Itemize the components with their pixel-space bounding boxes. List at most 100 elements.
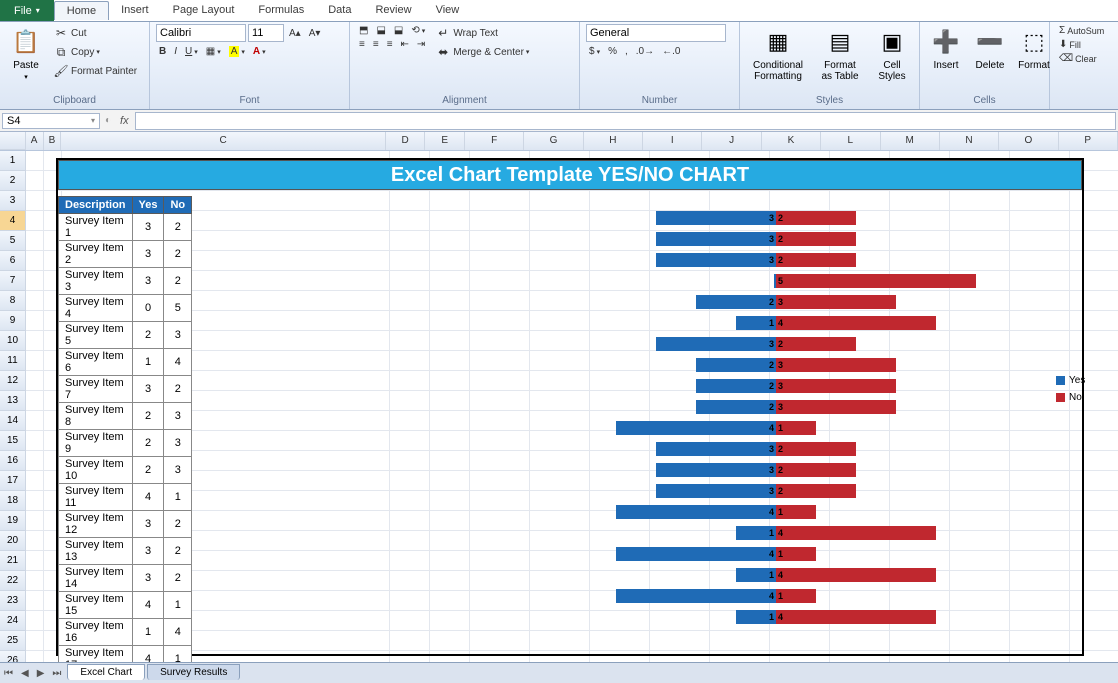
row-header-19[interactable]: 19 — [0, 511, 26, 531]
border-button[interactable]: ▦▾ — [203, 45, 224, 58]
cell-desc[interactable]: Survey Item 5 — [59, 322, 133, 349]
namebox-dropdown[interactable]: ◐ — [102, 114, 114, 127]
select-all-corner[interactable] — [0, 132, 26, 150]
row-header-9[interactable]: 9 — [0, 311, 26, 331]
cell-no[interactable]: 2 — [164, 268, 192, 295]
cell-desc[interactable]: Survey Item 16 — [59, 619, 133, 646]
row-header-8[interactable]: 8 — [0, 291, 26, 311]
fx-icon[interactable]: fx — [114, 115, 135, 127]
clear-button[interactable]: ⌫ Clear — [1056, 52, 1100, 65]
format-painter-button[interactable]: 🖌Format Painter — [50, 62, 140, 80]
cell-no[interactable]: 3 — [164, 430, 192, 457]
tab-insert[interactable]: Insert — [109, 1, 161, 20]
row-header-13[interactable]: 13 — [0, 391, 26, 411]
tab-formulas[interactable]: Formulas — [246, 1, 316, 20]
cell-desc[interactable]: Survey Item 4 — [59, 295, 133, 322]
cell-yes[interactable]: 3 — [132, 214, 164, 241]
comma-button[interactable]: , — [622, 45, 631, 58]
align-left-button[interactable]: ≡ — [356, 38, 368, 51]
row-header-24[interactable]: 24 — [0, 611, 26, 631]
table-row[interactable]: Survey Item 614 — [59, 349, 192, 376]
decrease-indent-button[interactable]: ⇤ — [398, 38, 412, 51]
row-header-14[interactable]: 14 — [0, 411, 26, 431]
font-size-select[interactable] — [248, 24, 284, 42]
col-header-J[interactable]: J — [702, 132, 761, 150]
cell-no[interactable]: 1 — [164, 592, 192, 619]
row-header-10[interactable]: 10 — [0, 331, 26, 351]
cell-yes[interactable]: 3 — [132, 538, 164, 565]
cell-no[interactable]: 3 — [164, 403, 192, 430]
row-header-17[interactable]: 17 — [0, 471, 26, 491]
row-header-22[interactable]: 22 — [0, 571, 26, 591]
cell-desc[interactable]: Survey Item 6 — [59, 349, 133, 376]
cell-no[interactable]: 2 — [164, 511, 192, 538]
col-header-H[interactable]: H — [584, 132, 643, 150]
increase-decimal-button[interactable]: .0→ — [633, 45, 657, 58]
col-header-M[interactable]: M — [881, 132, 940, 150]
table-row[interactable]: Survey Item 523 — [59, 322, 192, 349]
sheet-tab-survey-results[interactable]: Survey Results — [147, 664, 240, 680]
col-header-I[interactable]: I — [643, 132, 702, 150]
col-header-E[interactable]: E — [425, 132, 465, 150]
sheet-nav-last[interactable]: ⏭ — [48, 668, 65, 679]
row-header-25[interactable]: 25 — [0, 631, 26, 651]
table-row[interactable]: Survey Item 1141 — [59, 484, 192, 511]
cell-no[interactable]: 5 — [164, 295, 192, 322]
cell-yes[interactable]: 4 — [132, 592, 164, 619]
sheet-nav-first[interactable]: ⏮ — [0, 668, 17, 679]
cell-no[interactable]: 1 — [164, 646, 192, 663]
align-middle-button[interactable]: ⬓ — [373, 24, 388, 37]
col-header-B[interactable]: B — [44, 132, 62, 150]
row-header-26[interactable]: 26 — [0, 651, 26, 662]
cell-desc[interactable]: Survey Item 8 — [59, 403, 133, 430]
align-right-button[interactable]: ≡ — [384, 38, 396, 51]
row-header-1[interactable]: 1 — [0, 151, 26, 171]
percent-button[interactable]: % — [605, 45, 620, 58]
align-bottom-button[interactable]: ⬓ — [391, 24, 406, 37]
cell-yes[interactable]: 2 — [132, 457, 164, 484]
row-header-7[interactable]: 7 — [0, 271, 26, 291]
table-row[interactable]: Survey Item 823 — [59, 403, 192, 430]
col-header-O[interactable]: O — [999, 132, 1058, 150]
col-header-G[interactable]: G — [524, 132, 583, 150]
cell-desc[interactable]: Survey Item 13 — [59, 538, 133, 565]
align-top-button[interactable]: ⬒ — [356, 24, 371, 37]
autosum-button[interactable]: Σ AutoSum — [1056, 24, 1107, 37]
increase-indent-button[interactable]: ⇥ — [414, 38, 428, 51]
wrap-text-button[interactable]: ↵Wrap Text — [432, 24, 532, 42]
cell-desc[interactable]: Survey Item 17 — [59, 646, 133, 663]
cell-desc[interactable]: Survey Item 10 — [59, 457, 133, 484]
col-header-L[interactable]: L — [821, 132, 880, 150]
table-row[interactable]: Survey Item 732 — [59, 376, 192, 403]
cell-no[interactable]: 2 — [164, 565, 192, 592]
sheet-nav-next[interactable]: ▶ — [33, 668, 49, 679]
cell-no[interactable]: 4 — [164, 619, 192, 646]
cell-no[interactable]: 3 — [164, 322, 192, 349]
cell-yes[interactable]: 3 — [132, 268, 164, 295]
cell-yes[interactable]: 2 — [132, 322, 164, 349]
format-as-table-button[interactable]: ▤Format as Table — [814, 24, 866, 84]
tab-page-layout[interactable]: Page Layout — [161, 1, 247, 20]
cell-desc[interactable]: Survey Item 2 — [59, 241, 133, 268]
font-color-button[interactable]: A▾ — [250, 45, 269, 58]
cell-no[interactable]: 2 — [164, 538, 192, 565]
col-header-D[interactable]: D — [386, 132, 426, 150]
insert-cells-button[interactable]: ➕Insert — [926, 24, 966, 73]
number-format-select[interactable] — [586, 24, 726, 42]
cell-yes[interactable]: 4 — [132, 646, 164, 663]
sheet-tab-excel-chart[interactable]: Excel Chart — [67, 664, 145, 680]
font-name-select[interactable] — [156, 24, 246, 42]
grow-font-button[interactable]: A▴ — [286, 27, 304, 40]
delete-cells-button[interactable]: ➖Delete — [970, 24, 1010, 73]
table-row[interactable]: Survey Item 923 — [59, 430, 192, 457]
cell-desc[interactable]: Survey Item 7 — [59, 376, 133, 403]
row-header-6[interactable]: 6 — [0, 251, 26, 271]
underline-button[interactable]: U▾ — [182, 45, 201, 58]
table-row[interactable]: Survey Item 1332 — [59, 538, 192, 565]
row-header-15[interactable]: 15 — [0, 431, 26, 451]
cell-desc[interactable]: Survey Item 15 — [59, 592, 133, 619]
cell-no[interactable]: 4 — [164, 349, 192, 376]
cell-no[interactable]: 2 — [164, 214, 192, 241]
cell-yes[interactable]: 4 — [132, 484, 164, 511]
currency-button[interactable]: $▾ — [586, 45, 603, 58]
